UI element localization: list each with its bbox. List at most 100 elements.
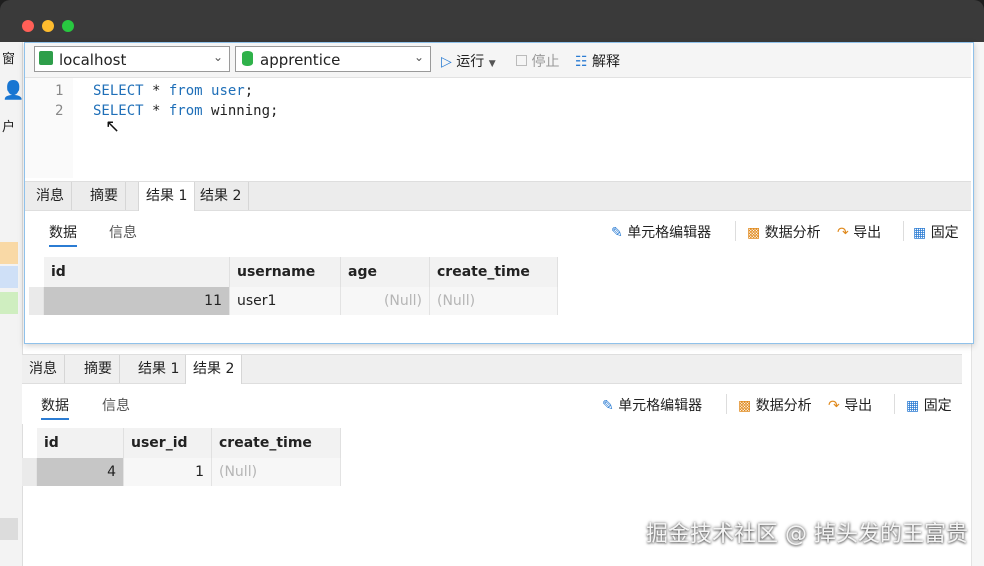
left-panel-row-highlight[interactable] xyxy=(0,518,18,540)
chevron-down-icon: ⌄ xyxy=(212,50,223,64)
table-cell[interactable]: (Null) xyxy=(212,458,341,486)
export-icon: ↷ xyxy=(828,398,840,414)
row-selector[interactable] xyxy=(29,287,44,315)
play-icon: ▷ xyxy=(441,54,452,70)
code-line[interactable]: SELECT * from user; xyxy=(93,83,253,99)
tab-messages[interactable]: 消息 xyxy=(22,355,65,383)
explain-label: 解释 xyxy=(592,54,621,70)
line-gutter xyxy=(25,78,73,178)
pin-button[interactable]: ▦ 固定 xyxy=(906,395,952,415)
edit-icon: ✎ xyxy=(602,398,614,414)
data-analysis-label: 数据分析 xyxy=(764,225,821,241)
table-cell[interactable]: 1 xyxy=(124,458,212,486)
cell-editor-label: 单元格编辑器 xyxy=(627,225,712,241)
cell-editor-button[interactable]: ✎ 单元格编辑器 xyxy=(611,222,711,242)
database-icon xyxy=(242,51,253,66)
connection-value: localhost xyxy=(59,51,127,69)
column-header-user-id[interactable]: user_id xyxy=(124,428,212,458)
explain-button[interactable]: ☷ 解释 xyxy=(575,51,620,71)
export-button[interactable]: ↷ 导出 xyxy=(828,395,872,415)
edit-icon: ✎ xyxy=(611,225,623,241)
result-subbar: 数据 信息 ✎ 单元格编辑器 ▩ 数据分析 ↷ 导出 ▦ 固定 xyxy=(25,211,971,251)
data-analysis-button[interactable]: ▩ 数据分析 xyxy=(738,395,812,415)
pin-label: 固定 xyxy=(923,398,952,414)
close-window-button[interactable] xyxy=(22,20,34,32)
line-number: 2 xyxy=(55,103,64,119)
left-panel-row-highlight[interactable] xyxy=(0,266,18,288)
tab-result-2[interactable]: 结果 2 xyxy=(193,182,250,210)
export-icon: ↷ xyxy=(837,225,849,241)
code-line[interactable]: SELECT * from winning; xyxy=(93,103,278,119)
user-avatar-icon: 👤 xyxy=(2,80,25,101)
run-label: 运行 xyxy=(456,54,485,70)
row-selector[interactable] xyxy=(22,458,37,486)
column-header-id[interactable]: id xyxy=(37,428,124,458)
table-cell[interactable]: (Null) xyxy=(430,287,558,315)
left-panel-row-highlight[interactable] xyxy=(0,292,18,314)
connection-select[interactable]: localhost ⌄ xyxy=(34,46,230,72)
chart-icon: ▩ xyxy=(747,225,761,241)
column-header-id[interactable]: id xyxy=(44,257,230,287)
pin-icon: ▦ xyxy=(906,398,920,414)
divider xyxy=(903,221,904,241)
pin-icon: ▦ xyxy=(913,225,927,241)
left-panel-user-label: 户 xyxy=(2,120,16,135)
zoom-window-button[interactable] xyxy=(62,20,74,32)
export-label: 导出 xyxy=(853,225,882,241)
data-analysis-button[interactable]: ▩ 数据分析 xyxy=(747,222,821,242)
divider xyxy=(726,394,727,414)
pin-button[interactable]: ▦ 固定 xyxy=(913,222,959,242)
data-analysis-label: 数据分析 xyxy=(755,398,812,414)
window-titlebar xyxy=(0,0,984,42)
subtab-data[interactable]: 数据 xyxy=(41,395,69,420)
export-button[interactable]: ↷ 导出 xyxy=(837,222,881,242)
tab-result-1[interactable]: 结果 1 xyxy=(131,355,188,383)
result-tabs-top: 消息 摘要 结果 1 结果 2 xyxy=(25,181,971,211)
sql-editor[interactable]: 1 SELECT * from user; 2 SELECT * from wi… xyxy=(25,78,971,178)
stop-button[interactable]: 停止 xyxy=(516,51,559,71)
query-toolbar: localhost ⌄ apprentice ⌄ ▷ 运行 ▼ 停止 ☷ 解释 xyxy=(25,43,971,78)
chart-icon: ▩ xyxy=(738,398,752,414)
table-cell[interactable]: user1 xyxy=(230,287,341,315)
pin-label: 固定 xyxy=(930,225,959,241)
chevron-down-icon: ⌄ xyxy=(413,50,424,64)
table-cell[interactable]: (Null) xyxy=(341,287,430,315)
minimize-window-button[interactable] xyxy=(42,20,54,32)
tab-result-1[interactable]: 结果 1 xyxy=(138,182,196,211)
cell-editor-label: 单元格编辑器 xyxy=(618,398,703,414)
column-header-age[interactable]: age xyxy=(341,257,430,287)
tab-messages[interactable]: 消息 xyxy=(29,182,72,210)
left-panel-row-highlight[interactable] xyxy=(0,242,18,264)
left-panel-window-label: 窗 xyxy=(2,52,16,67)
tab-summary[interactable]: 摘要 xyxy=(77,355,120,383)
stop-label: 停止 xyxy=(531,54,560,70)
divider xyxy=(735,221,736,241)
subtab-info[interactable]: 信息 xyxy=(109,222,137,242)
stop-icon xyxy=(516,55,527,66)
database-value: apprentice xyxy=(260,51,341,69)
tab-result-2[interactable]: 结果 2 xyxy=(185,355,243,384)
left-panel: 窗 👤 户 xyxy=(0,42,25,566)
divider xyxy=(894,394,895,414)
tab-summary[interactable]: 摘要 xyxy=(83,182,126,210)
column-header-create-time[interactable]: create_time xyxy=(430,257,558,287)
result-tabs-bottom: 消息 摘要 结果 1 结果 2 xyxy=(22,354,962,384)
column-header-create-time[interactable]: create_time xyxy=(212,428,341,458)
column-header-username[interactable]: username xyxy=(230,257,341,287)
table-cell[interactable]: 11 xyxy=(44,287,230,315)
explain-icon: ☷ xyxy=(575,54,588,70)
run-button[interactable]: ▷ 运行 ▼ xyxy=(441,51,496,71)
result-subbar: 数据 信息 ✎ 单元格编辑器 ▩ 数据分析 ↷ 导出 ▦ 固定 xyxy=(22,384,962,424)
database-select[interactable]: apprentice ⌄ xyxy=(235,46,431,72)
connection-icon xyxy=(39,51,53,65)
watermark-text: 掘金技术社区 @ 掉头发的王富贵 xyxy=(646,522,968,547)
mouse-cursor-icon: ↖ xyxy=(105,116,121,137)
cell-editor-button[interactable]: ✎ 单元格编辑器 xyxy=(602,395,702,415)
query-window: localhost ⌄ apprentice ⌄ ▷ 运行 ▼ 停止 ☷ 解释 … xyxy=(24,42,974,344)
line-number: 1 xyxy=(55,83,64,99)
run-dropdown-icon[interactable]: ▼ xyxy=(489,59,496,69)
subtab-info[interactable]: 信息 xyxy=(102,395,130,415)
export-label: 导出 xyxy=(844,398,873,414)
table-cell[interactable]: 4 xyxy=(37,458,124,486)
subtab-data[interactable]: 数据 xyxy=(49,222,77,247)
